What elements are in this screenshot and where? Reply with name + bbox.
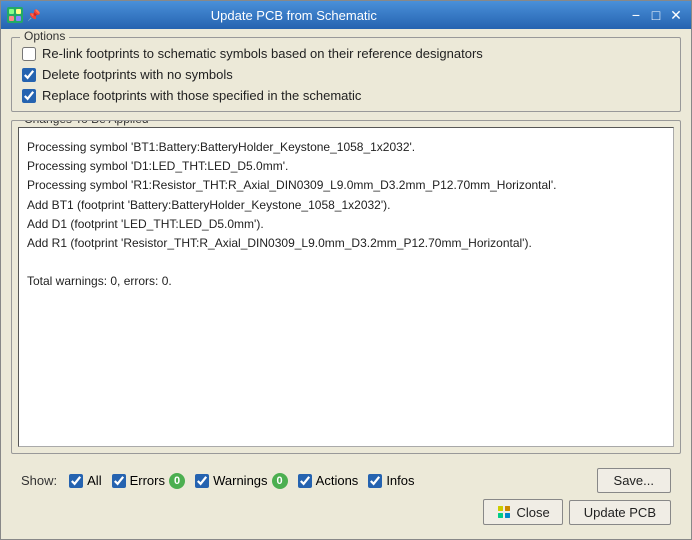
actions-checkbox[interactable] bbox=[298, 474, 312, 488]
options-group: Options Re-link footprints to schematic … bbox=[11, 37, 681, 112]
infos-label[interactable]: Infos bbox=[386, 473, 414, 488]
change-line-3: Processing symbol 'R1:Resistor_THT:R_Axi… bbox=[27, 176, 665, 195]
warnings-badge: 0 bbox=[272, 473, 288, 489]
actions-label[interactable]: Actions bbox=[316, 473, 359, 488]
change-summary: Total warnings: 0, errors: 0. bbox=[27, 272, 665, 291]
close-window-button[interactable]: ✕ bbox=[667, 6, 685, 24]
window-controls: − □ ✕ bbox=[627, 6, 685, 24]
show-and-save-row: Show: All Errors 0 Warnings 0 bbox=[21, 468, 671, 493]
errors-badge: 0 bbox=[169, 473, 185, 489]
relink-row: Re-link footprints to schematic symbols … bbox=[22, 46, 670, 61]
main-window: 📌 Update PCB from Schematic − □ ✕ Option… bbox=[0, 0, 692, 540]
show-label: Show: bbox=[21, 473, 57, 488]
window-title: Update PCB from Schematic bbox=[41, 8, 547, 23]
titlebar: 📌 Update PCB from Schematic − □ ✕ bbox=[1, 1, 691, 29]
change-line-2: Processing symbol 'D1:LED_THT:LED_D5.0mm… bbox=[27, 157, 665, 176]
maximize-button[interactable]: □ bbox=[647, 6, 665, 24]
relink-checkbox[interactable] bbox=[22, 47, 36, 61]
bottom-bar: Show: All Errors 0 Warnings 0 bbox=[11, 462, 681, 531]
app-icon bbox=[7, 7, 23, 23]
changes-label: Changes To Be Applied bbox=[20, 120, 153, 126]
close-button[interactable]: Close bbox=[483, 499, 562, 525]
all-checkbox[interactable] bbox=[69, 474, 83, 488]
minimize-button[interactable]: − bbox=[627, 6, 645, 24]
filter-infos: Infos bbox=[368, 473, 414, 488]
changes-content[interactable]: Processing symbol 'BT1:Battery:BatteryHo… bbox=[18, 127, 674, 447]
filter-all: All bbox=[69, 473, 101, 488]
all-label[interactable]: All bbox=[87, 473, 101, 488]
filter-warnings: Warnings 0 bbox=[195, 473, 288, 489]
pcb-close-icon bbox=[496, 504, 512, 520]
change-line-4: Add BT1 (footprint 'Battery:BatteryHolde… bbox=[27, 196, 665, 215]
action-buttons-row: Close Update PCB bbox=[21, 499, 671, 525]
warnings-checkbox[interactable] bbox=[195, 474, 209, 488]
change-line-6: Add R1 (footprint 'Resistor_THT:R_Axial_… bbox=[27, 234, 665, 253]
show-filters-area: Show: All Errors 0 Warnings 0 bbox=[21, 473, 597, 489]
replace-label[interactable]: Replace footprints with those specified … bbox=[42, 88, 361, 103]
filter-actions: Actions bbox=[298, 473, 359, 488]
relink-label[interactable]: Re-link footprints to schematic symbols … bbox=[42, 46, 483, 61]
change-line-5: Add D1 (footprint 'LED_THT:LED_D5.0mm'). bbox=[27, 215, 665, 234]
errors-checkbox[interactable] bbox=[112, 474, 126, 488]
save-button[interactable]: Save... bbox=[597, 468, 671, 493]
update-pcb-button[interactable]: Update PCB bbox=[569, 500, 671, 525]
infos-checkbox[interactable] bbox=[368, 474, 382, 488]
delete-checkbox[interactable] bbox=[22, 68, 36, 82]
options-label: Options bbox=[20, 29, 69, 43]
replace-checkbox[interactable] bbox=[22, 89, 36, 103]
errors-label[interactable]: Errors bbox=[130, 473, 165, 488]
change-spacer bbox=[27, 253, 665, 272]
changes-group: Changes To Be Applied Processing symbol … bbox=[11, 120, 681, 454]
change-line-1: Processing symbol 'BT1:Battery:BatteryHo… bbox=[27, 138, 665, 157]
replace-row: Replace footprints with those specified … bbox=[22, 88, 670, 103]
content-area: Options Re-link footprints to schematic … bbox=[1, 29, 691, 539]
filter-errors: Errors 0 bbox=[112, 473, 186, 489]
titlebar-left: 📌 bbox=[7, 7, 41, 23]
pin-icon: 📌 bbox=[27, 9, 41, 22]
warnings-label[interactable]: Warnings bbox=[213, 473, 267, 488]
delete-row: Delete footprints with no symbols bbox=[22, 67, 670, 82]
delete-label[interactable]: Delete footprints with no symbols bbox=[42, 67, 233, 82]
